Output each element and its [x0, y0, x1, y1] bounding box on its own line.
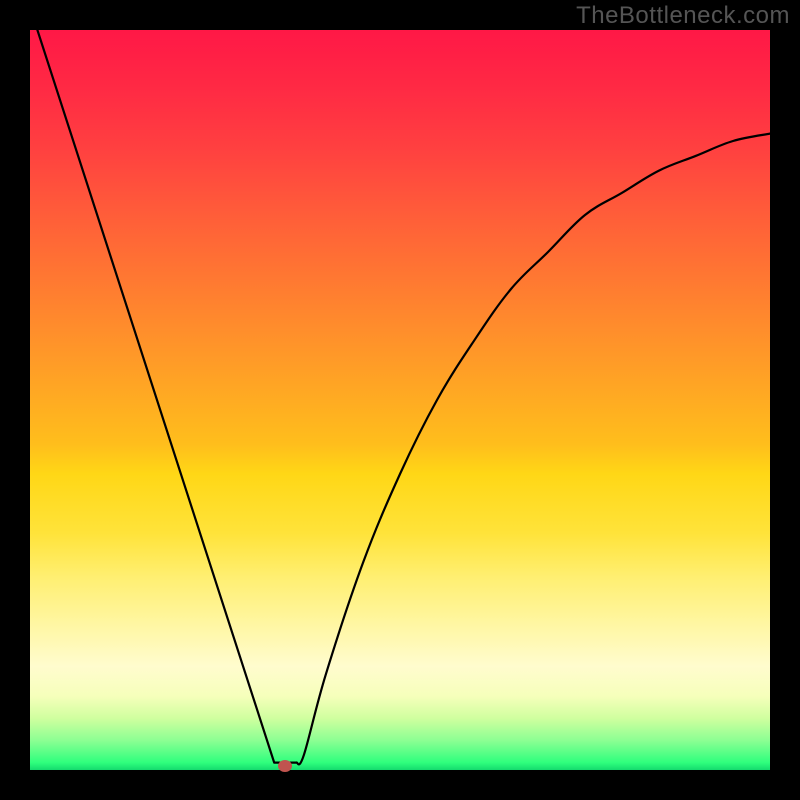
optimum-marker	[278, 760, 292, 772]
chart-frame: TheBottleneck.com	[0, 0, 800, 800]
plot-area	[30, 30, 770, 770]
bottleneck-curve	[37, 30, 770, 764]
watermark-text: TheBottleneck.com	[576, 2, 790, 30]
curve-svg	[30, 30, 770, 770]
